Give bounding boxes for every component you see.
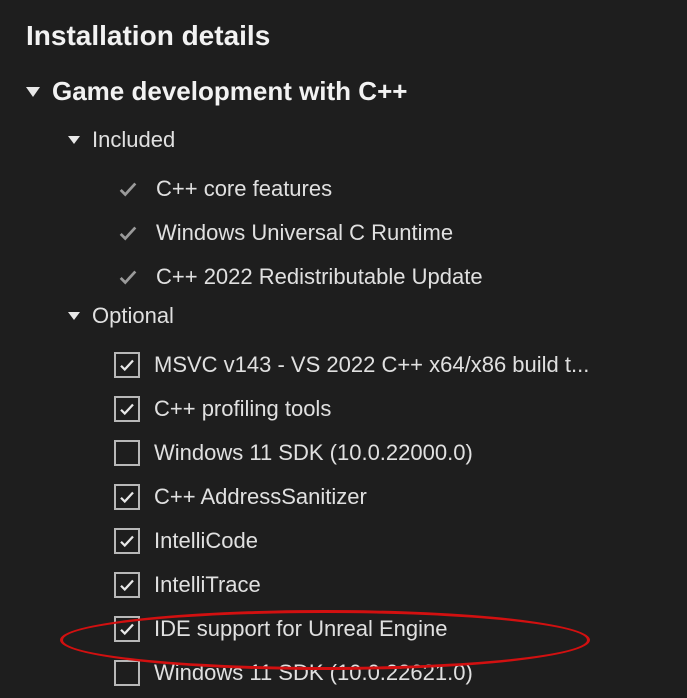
item-label: IntelliTrace (154, 572, 261, 598)
optional-item[interactable]: C++ AddressSanitizer (114, 475, 661, 519)
check-icon (114, 219, 142, 247)
optional-item[interactable]: C++ profiling tools (114, 387, 661, 431)
check-icon (114, 175, 142, 203)
item-label: IntelliCode (154, 528, 258, 554)
item-label: C++ core features (156, 176, 332, 202)
item-label: C++ 2022 Redistributable Update (156, 264, 483, 290)
optional-item[interactable]: Windows 11 SDK (10.0.22000.0) (114, 431, 661, 475)
checkbox[interactable] (114, 660, 140, 686)
checkbox[interactable] (114, 616, 140, 642)
chevron-down-icon (68, 136, 80, 144)
chevron-down-icon (26, 87, 40, 97)
item-label: Windows Universal C Runtime (156, 220, 453, 246)
chevron-down-icon (68, 312, 80, 320)
optional-item[interactable]: Windows 11 SDK (10.0.22621.0) (114, 651, 661, 695)
optional-item[interactable]: MSVC v143 - VS 2022 C++ x64/x86 build t.… (114, 343, 661, 387)
group-header-included[interactable]: Included (68, 127, 661, 153)
optional-item[interactable]: IDE support for Unreal Engine (114, 607, 661, 651)
check-icon (114, 263, 142, 291)
checkbox[interactable] (114, 396, 140, 422)
checkbox[interactable] (114, 484, 140, 510)
optional-item[interactable]: IntelliCode (114, 519, 661, 563)
page-title: Installation details (26, 20, 661, 52)
workload-header[interactable]: Game development with C++ (26, 76, 661, 107)
item-label: Windows 11 SDK (10.0.22621.0) (154, 660, 473, 686)
checkbox[interactable] (114, 572, 140, 598)
checkbox[interactable] (114, 440, 140, 466)
optional-item[interactable]: IntelliTrace (114, 563, 661, 607)
checkbox[interactable] (114, 352, 140, 378)
item-label: MSVC v143 - VS 2022 C++ x64/x86 build t.… (154, 352, 589, 378)
group-header-optional[interactable]: Optional (68, 303, 661, 329)
checkbox[interactable] (114, 528, 140, 554)
workload-label: Game development with C++ (52, 76, 407, 107)
item-label: Windows 11 SDK (10.0.22000.0) (154, 440, 473, 466)
included-item: C++ 2022 Redistributable Update (114, 255, 661, 299)
group-label: Included (92, 127, 175, 153)
included-item: C++ core features (114, 167, 661, 211)
item-label: C++ AddressSanitizer (154, 484, 367, 510)
item-label: IDE support for Unreal Engine (154, 616, 448, 642)
included-item: Windows Universal C Runtime (114, 211, 661, 255)
item-label: C++ profiling tools (154, 396, 331, 422)
group-label: Optional (92, 303, 174, 329)
